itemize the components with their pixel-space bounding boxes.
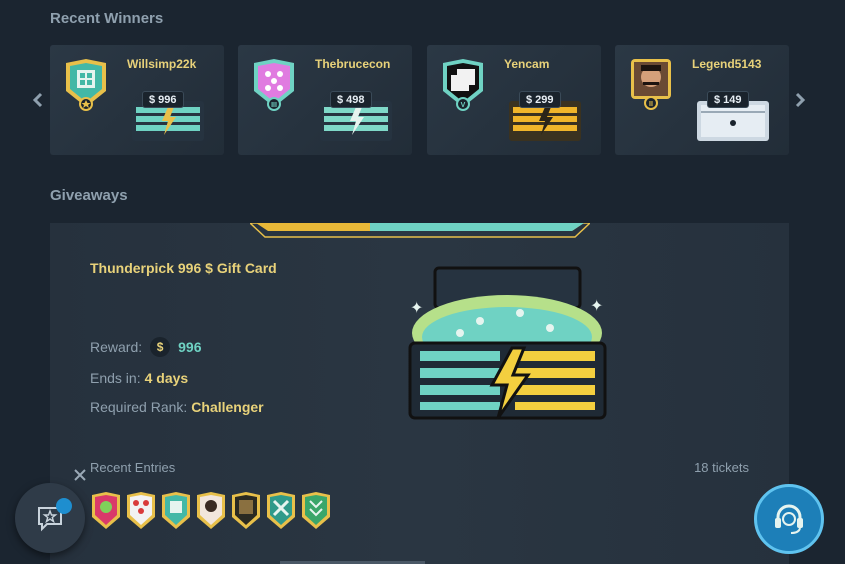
entry-avatar[interactable] bbox=[265, 491, 297, 533]
recent-winners-title: Recent Winners bbox=[50, 10, 164, 27]
giveaways-title: Giveaways bbox=[50, 187, 128, 204]
rank-badge-icon: III bbox=[254, 59, 294, 111]
svg-text:III: III bbox=[271, 102, 277, 109]
prize-amount: $ 149 bbox=[707, 91, 749, 108]
entry-avatar[interactable] bbox=[90, 491, 122, 533]
rank-row: Required Rank: Challenger bbox=[90, 399, 264, 415]
prize-amount: $ 498 bbox=[330, 91, 372, 108]
reward-label: Reward: bbox=[90, 339, 143, 355]
winner-name[interactable]: Yencam bbox=[504, 57, 549, 71]
giveaway-title: Thunderpick 996 $ Gift Card bbox=[90, 260, 277, 276]
prize-amount: $ 299 bbox=[519, 91, 561, 108]
winner-card[interactable]: Willsimp22k $ 996 bbox=[50, 45, 224, 155]
svg-text:✦: ✦ bbox=[410, 298, 423, 317]
rank-label: Required Rank: bbox=[90, 399, 188, 415]
entry-avatar[interactable] bbox=[160, 491, 192, 533]
chevron-left-icon bbox=[32, 92, 43, 108]
ends-row: Ends in: 4 days bbox=[90, 370, 188, 386]
rank-badge-icon bbox=[66, 59, 106, 111]
favorites-widget-button[interactable] bbox=[15, 483, 85, 553]
next-winners-button[interactable] bbox=[790, 88, 810, 112]
prize-amount: $ 996 bbox=[142, 91, 184, 108]
winner-card[interactable]: III Thebrucecon $ 498 bbox=[238, 45, 412, 155]
chevron-right-icon bbox=[795, 92, 806, 108]
winner-name[interactable]: Willsimp22k bbox=[127, 57, 196, 71]
svg-text:V: V bbox=[461, 102, 466, 109]
winner-card[interactable]: V Yencam $ 299 bbox=[427, 45, 601, 155]
giveaway-card[interactable]: Thunderpick 996 $ Gift Card Reward: $ 99… bbox=[50, 223, 789, 564]
winner-name[interactable]: Thebrucecon bbox=[315, 57, 390, 71]
support-button[interactable] bbox=[754, 484, 824, 554]
close-widget-button[interactable] bbox=[72, 467, 88, 483]
entry-avatar[interactable] bbox=[125, 491, 157, 533]
ribbon-decoration bbox=[250, 223, 590, 238]
notification-dot bbox=[56, 498, 72, 514]
entry-avatar[interactable] bbox=[230, 491, 262, 533]
rank-badge-icon: V bbox=[443, 59, 483, 111]
svg-text:II: II bbox=[649, 101, 653, 108]
svg-text:✦: ✦ bbox=[590, 296, 603, 315]
winner-card[interactable]: II Legend5143 $ 149 bbox=[615, 45, 789, 155]
treasure-chest-icon: ✦ ✦ bbox=[408, 266, 607, 420]
reward-value: 996 bbox=[178, 339, 202, 355]
recent-entries-list bbox=[90, 491, 332, 533]
entry-avatar[interactable] bbox=[195, 491, 227, 533]
close-icon bbox=[74, 469, 86, 481]
ends-label: Ends in: bbox=[90, 370, 141, 386]
ends-value: 4 days bbox=[144, 370, 189, 386]
entry-avatar[interactable] bbox=[300, 491, 332, 533]
reward-row: Reward: $ 996 bbox=[90, 337, 202, 357]
prev-winners-button[interactable] bbox=[28, 88, 48, 112]
recent-entries-label: Recent Entries bbox=[90, 460, 176, 475]
user-avatar: II bbox=[631, 59, 671, 110]
headset-icon bbox=[775, 504, 803, 534]
tickets-count: 18 tickets bbox=[694, 460, 749, 475]
winner-name[interactable]: Legend5143 bbox=[692, 57, 761, 71]
rank-value: Challenger bbox=[191, 399, 264, 415]
dollar-coin-icon: $ bbox=[150, 337, 171, 357]
